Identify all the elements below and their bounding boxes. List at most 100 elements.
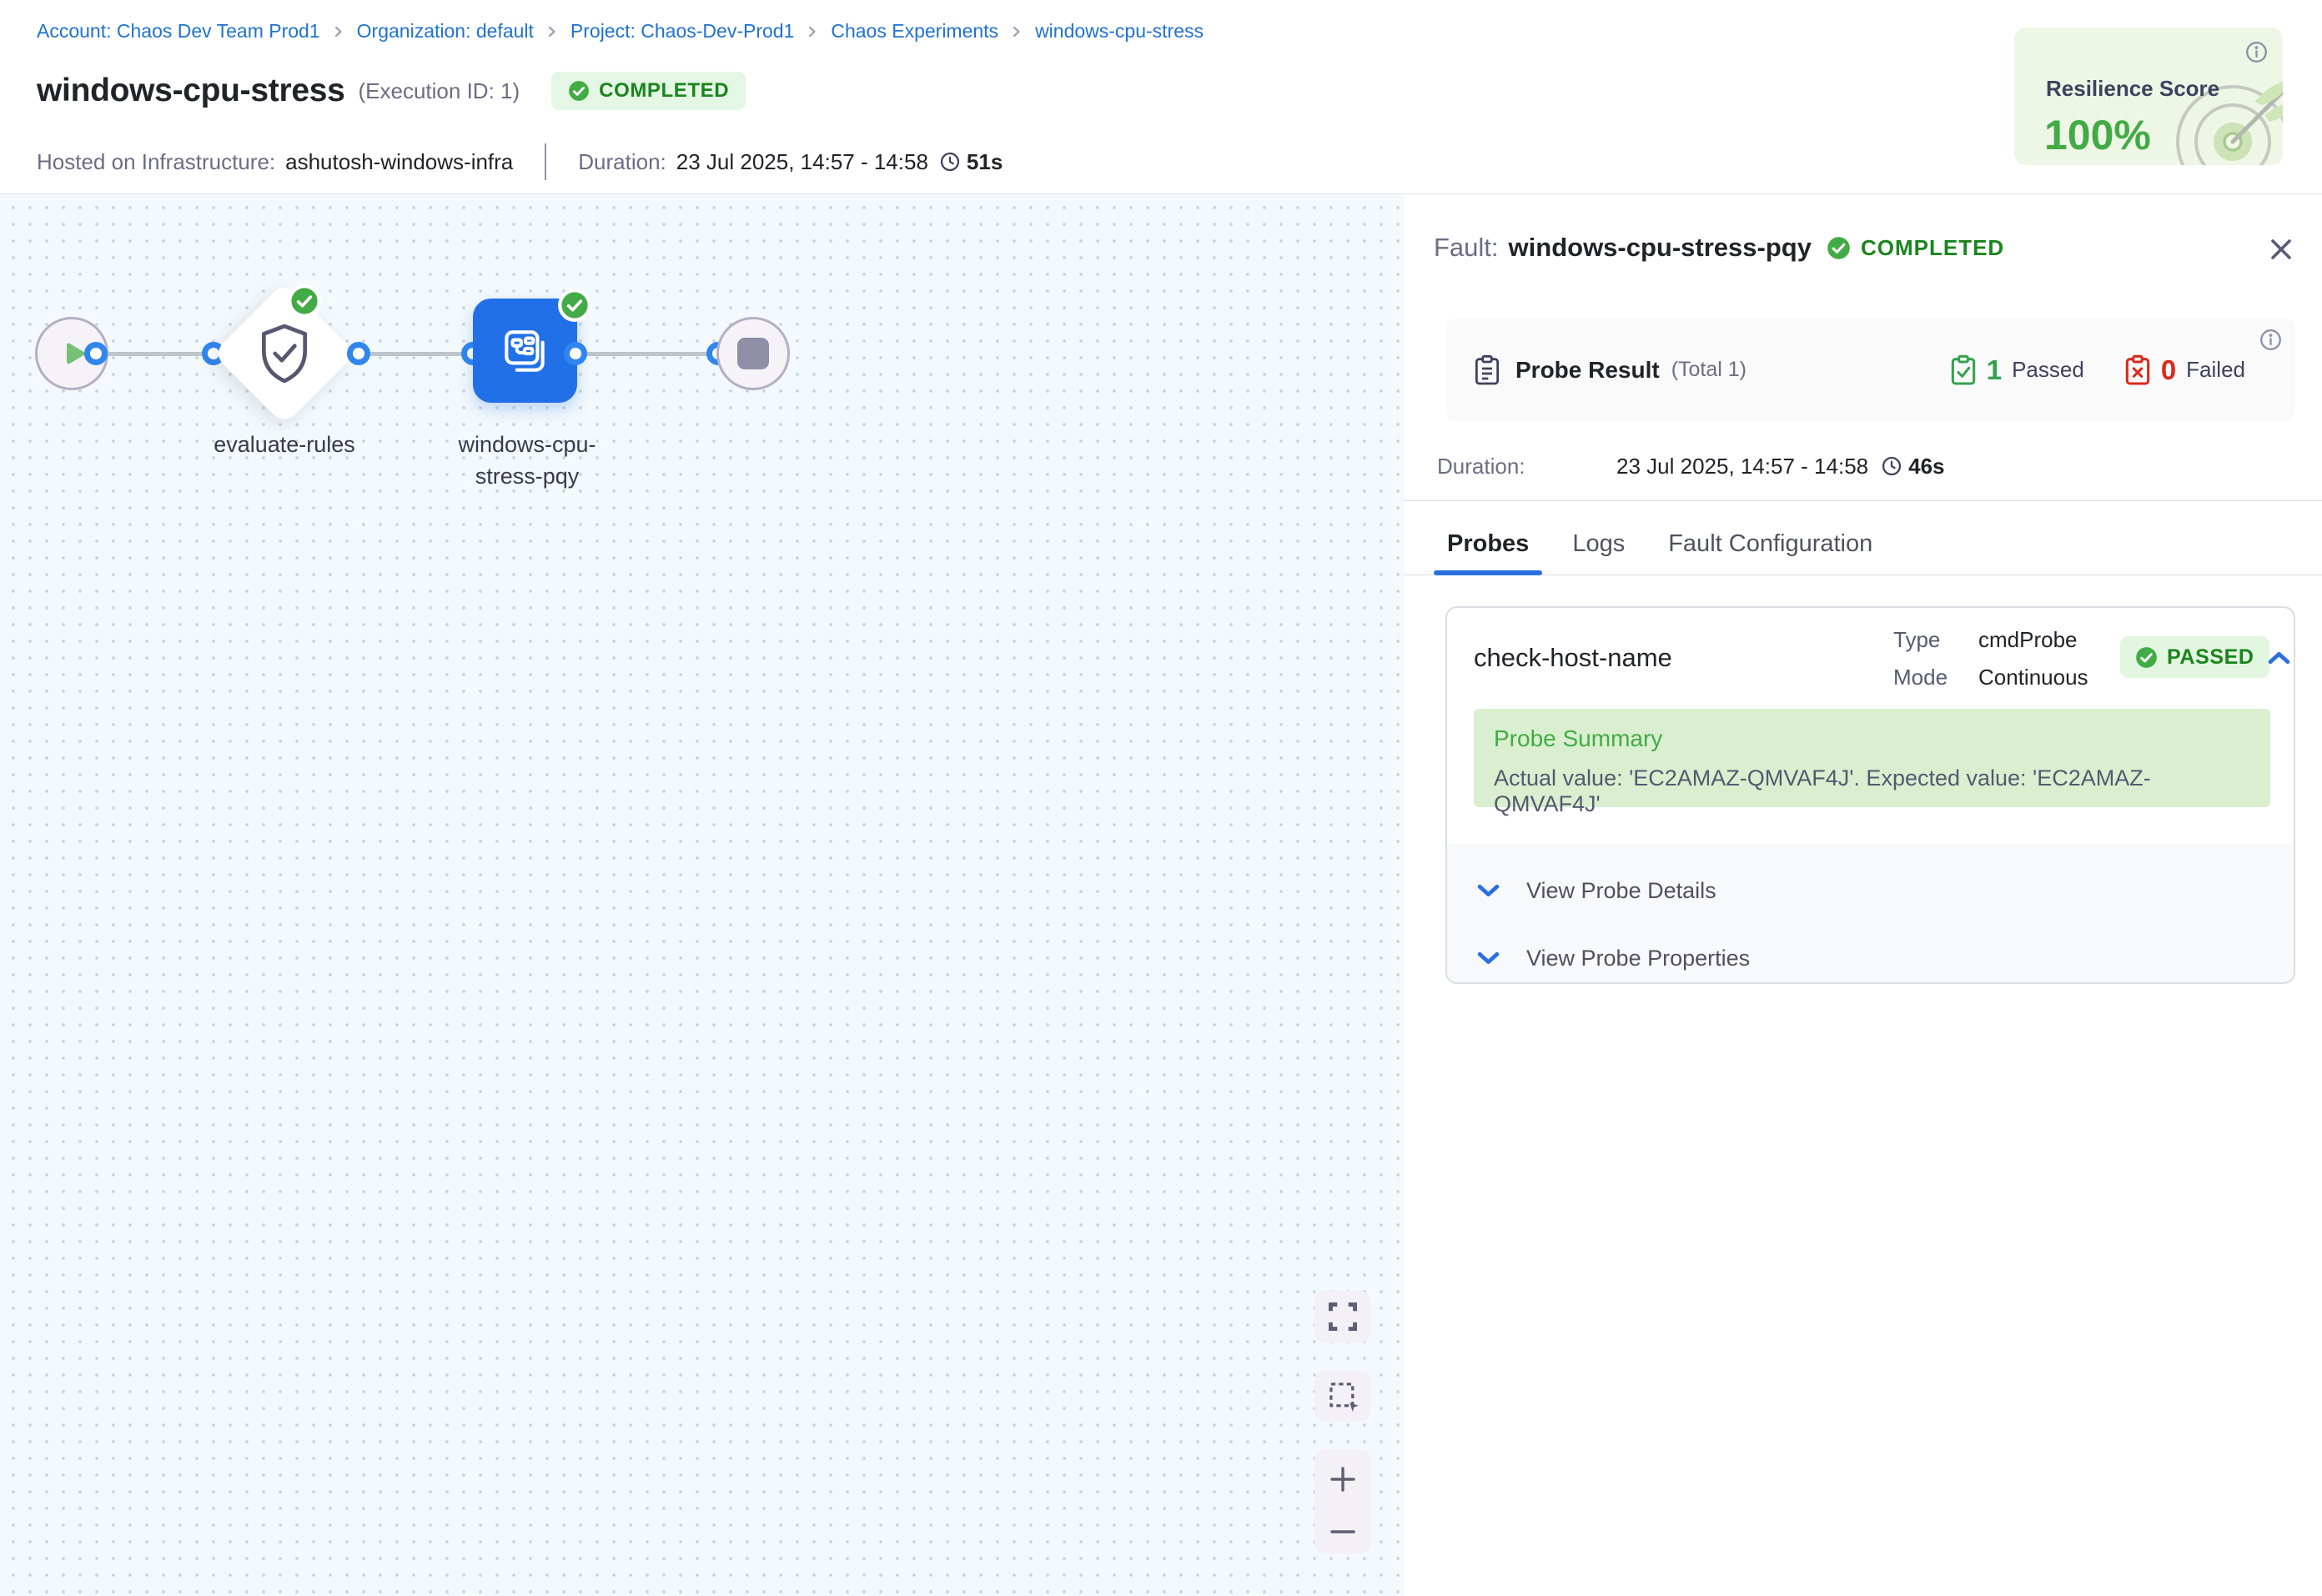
view-probe-properties-toggle[interactable]: View Probe Properties: [1447, 941, 2294, 975]
clock-icon: [1882, 456, 1902, 476]
connector-line: [575, 352, 718, 356]
fault-details-panel: Fault: windows-cpu-stress-pqy COMPLETED …: [1404, 194, 2322, 1596]
stop-icon: [737, 338, 769, 369]
probe-status-badge: PASSED: [2120, 636, 2269, 678]
breadcrumb-experiments-link[interactable]: Chaos Experiments: [831, 20, 998, 43]
shield-check-icon: [257, 323, 312, 384]
tab-bar: Probes Logs Fault Configuration: [1434, 513, 1886, 575]
probe-result-total: (Total 1): [1671, 358, 1747, 382]
fault-status: COMPLETED: [1861, 235, 2004, 261]
divider: [1404, 500, 2322, 501]
probe-name: check-host-name: [1474, 643, 1672, 673]
tab-logs[interactable]: Logs: [1572, 530, 1625, 558]
mode-label: Mode: [1893, 665, 1965, 690]
execution-id: (Execution ID: 1): [359, 78, 520, 104]
chevron-down-icon: [1477, 951, 1500, 966]
end-node: [716, 317, 790, 390]
title-row: windows-cpu-stress (Execution ID: 1) COM…: [37, 72, 746, 110]
close-panel-button[interactable]: [2264, 233, 2298, 266]
view-probe-details-toggle[interactable]: View Probe Details: [1447, 874, 2294, 907]
success-badge-icon: [558, 289, 591, 322]
chevron-right-icon: [545, 25, 559, 38]
passed-count: 1: [1987, 354, 2002, 386]
tab-probes[interactable]: Probes: [1447, 530, 1529, 558]
probe-summary-text: Actual value: 'EC2AMAZ-QMVAF4J'. Expecte…: [1494, 765, 2250, 817]
chaos-experiment-execution-page: Account: Chaos Dev Team Prod1 Organizati…: [0, 0, 2322, 1596]
port: [564, 342, 587, 365]
probe-result-title: Probe Result: [1515, 357, 1660, 384]
resilience-score-label: Resilience Score: [2046, 76, 2219, 102]
chevron-right-icon: [806, 25, 819, 38]
breadcrumb-current-link[interactable]: windows-cpu-stress: [1035, 20, 1204, 43]
fault-header: Fault: windows-cpu-stress-pqy COMPLETED: [1434, 229, 2004, 266]
elapsed-time: 46s: [1908, 454, 1944, 479]
fault-duration-row: Duration: 23 Jul 2025, 14:57 - 14:58 46s: [1437, 449, 1945, 483]
resilience-score-card: Resilience Score 100%: [2014, 28, 2283, 165]
breadcrumb-org-link[interactable]: Organization: default: [357, 20, 534, 43]
fit-to-screen-button[interactable]: [1314, 1291, 1371, 1343]
port: [347, 342, 370, 365]
chevron-right-icon: [1010, 25, 1023, 38]
probe-result-card: Probe Result (Total 1) 1 Passed 0 Failed: [1445, 319, 2295, 421]
collapse-probe-button[interactable]: [2263, 645, 2294, 670]
clipboard-check-icon: [1950, 354, 1977, 386]
success-badge-icon: [288, 284, 321, 318]
fault-name: windows-cpu-stress-pqy: [1509, 233, 1812, 263]
check-circle-icon: [1827, 236, 1851, 260]
page-header: Account: Chaos Dev Team Prod1 Organizati…: [0, 0, 2322, 194]
probe-result-info-icon[interactable]: [2259, 329, 2282, 355]
duration-value: 23 Jul 2025, 14:57 - 14:58: [1616, 454, 1868, 479]
divider: [545, 143, 546, 180]
experiment-info-row: Hosted on Infrastructure: ashutosh-windo…: [37, 143, 1003, 180]
pipeline-canvas[interactable]: evaluate-rules windows-cpu-stress-pqy: [0, 194, 1404, 1596]
page-title: windows-cpu-stress: [37, 73, 345, 109]
probe-card: check-host-name Type cmdProbe Mode Conti…: [1445, 606, 2295, 984]
experiment-icon: [498, 324, 553, 379]
fault-label: Fault:: [1434, 233, 1499, 263]
breadcrumb: Account: Chaos Dev Team Prod1 Organizati…: [37, 20, 1204, 43]
marquee-select-icon: [1326, 1379, 1360, 1413]
close-icon: [2268, 236, 2294, 263]
failed-count: 0: [2161, 354, 2176, 386]
active-tab-indicator: [1434, 570, 1542, 575]
connector-line: [96, 352, 214, 356]
probe-summary: Probe Summary Actual value: 'EC2AMAZ-QMV…: [1474, 709, 2270, 807]
hosted-on-label: Hosted on Infrastructure:: [37, 149, 275, 175]
connector-line: [359, 352, 473, 356]
port: [84, 342, 108, 365]
duration-label: Duration:: [1437, 454, 1616, 479]
breadcrumb-account-link[interactable]: Account: Chaos Dev Team Prod1: [37, 20, 320, 43]
marquee-select-button[interactable]: [1314, 1370, 1371, 1422]
duration-value: 23 Jul 2025, 14:57 - 14:58: [676, 149, 928, 175]
chevron-up-icon: [2268, 650, 2290, 665]
node-label: windows-cpu-stress-pqy: [448, 429, 606, 492]
probe-expanders: View Probe Details View Probe Properties: [1447, 844, 2294, 984]
check-circle-icon: [2135, 646, 2158, 669]
node-label: evaluate-rules: [201, 429, 368, 460]
chevron-right-icon: [332, 25, 345, 38]
type-value: cmdProbe: [1978, 627, 2088, 653]
probe-summary-title: Probe Summary: [1494, 725, 2250, 752]
chevron-down-icon: [1477, 884, 1500, 898]
probe-type-mode: Type cmdProbe Mode Continuous: [1893, 621, 2088, 696]
zoom-out-icon[interactable]: [1329, 1526, 1357, 1538]
experiment-status-badge: COMPLETED: [551, 72, 746, 110]
resilience-info-icon[interactable]: [2245, 41, 2268, 68]
check-circle-icon: [568, 80, 590, 102]
fullscreen-icon: [1327, 1301, 1359, 1333]
clock-icon: [940, 152, 960, 172]
breadcrumb-project-link[interactable]: Project: Chaos-Dev-Prod1: [570, 20, 794, 43]
passed-label: Passed: [2012, 357, 2084, 383]
zoom-in-out-control[interactable]: [1314, 1449, 1371, 1553]
mode-value: Continuous: [1978, 665, 2088, 690]
duration-label: Duration:: [578, 149, 666, 175]
clipboard-icon: [1474, 354, 1500, 386]
elapsed-time: 51s: [967, 149, 1003, 175]
failed-label: Failed: [2186, 357, 2245, 383]
clipboard-x-icon: [2124, 354, 2151, 386]
tab-fault-configuration[interactable]: Fault Configuration: [1668, 530, 1872, 558]
type-label: Type: [1893, 627, 1965, 653]
infrastructure-name: ashutosh-windows-infra: [285, 149, 513, 175]
zoom-in-icon[interactable]: [1329, 1465, 1357, 1493]
resilience-score-value: 100%: [2044, 111, 2151, 159]
